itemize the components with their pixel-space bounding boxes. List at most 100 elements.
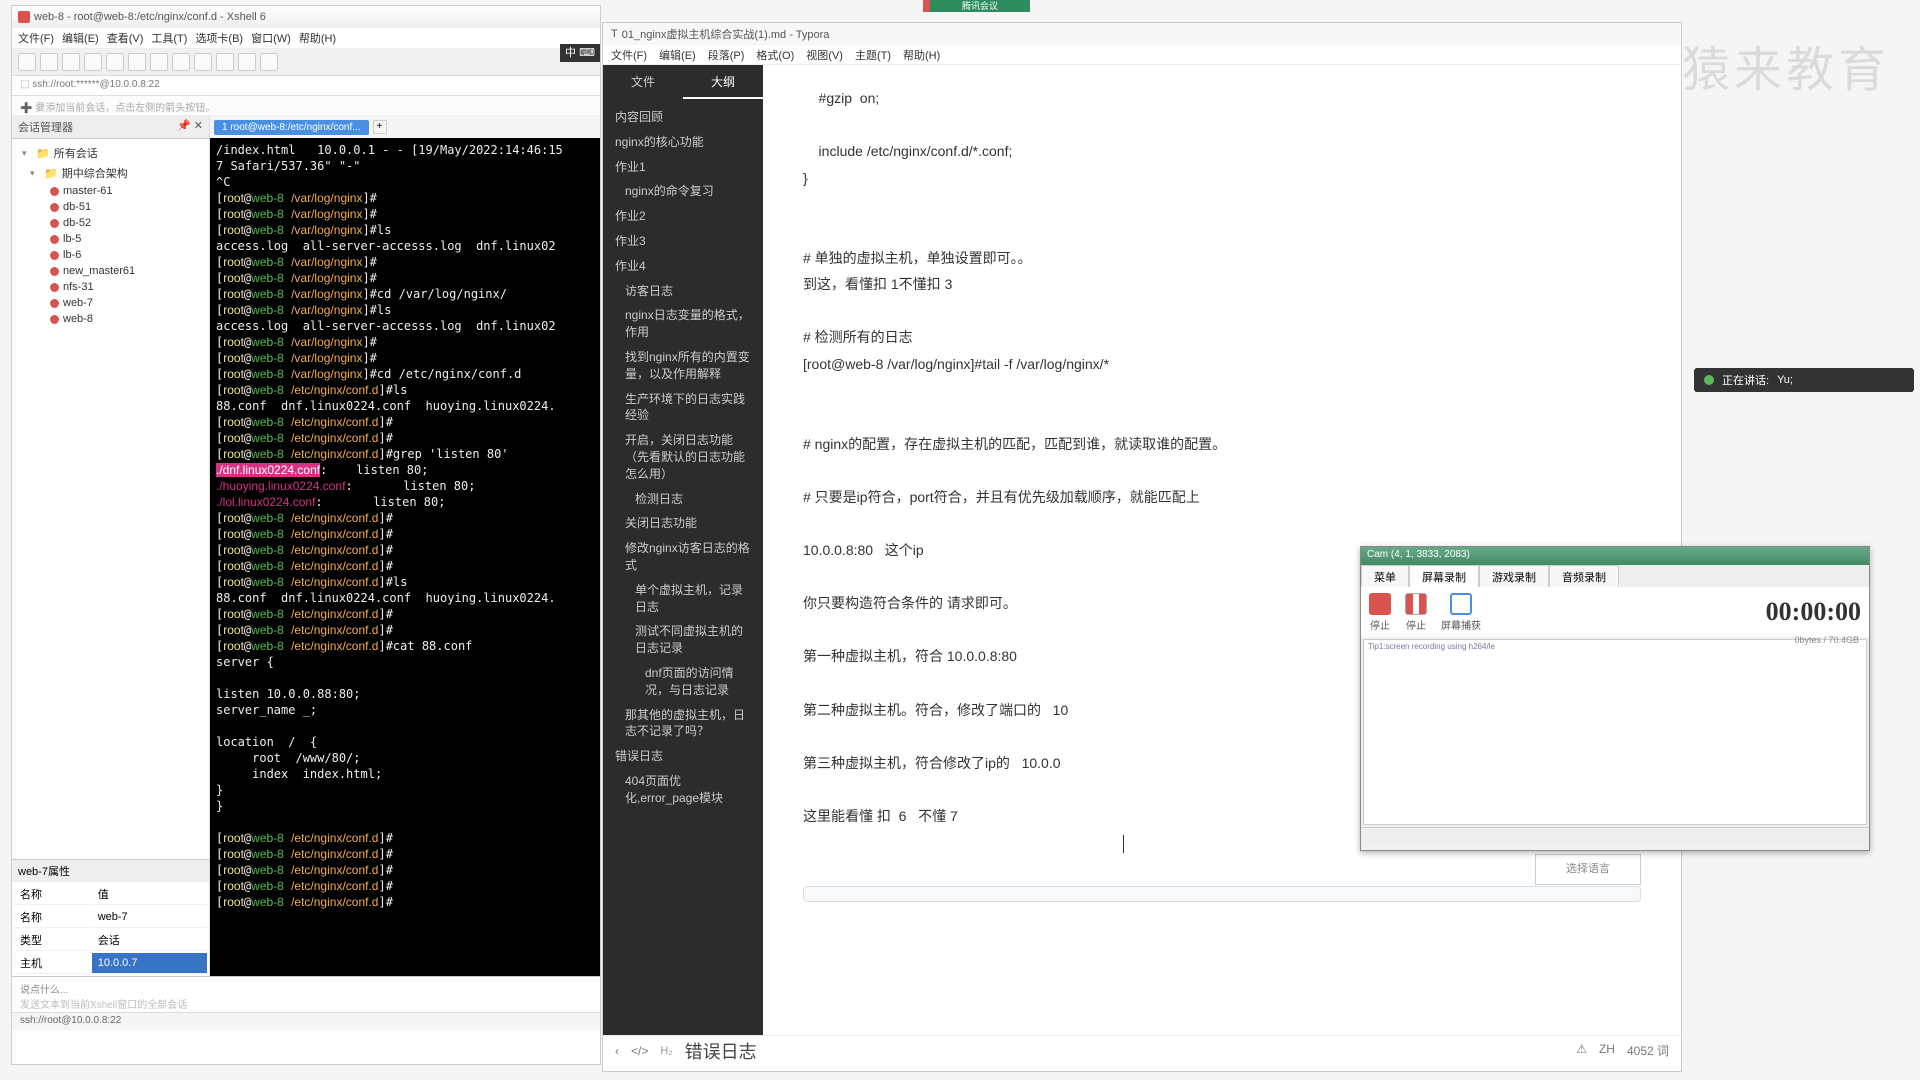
tree-root[interactable]: 📁 所有会话	[16, 143, 205, 163]
toolbar-icon[interactable]	[194, 53, 212, 71]
tencent-meeting-bar[interactable]: 腾讯会议	[930, 0, 1030, 12]
outline-item[interactable]: 找到nginx所有的内置变量，以及作用解释	[605, 345, 761, 387]
toolbar-icon[interactable]	[150, 53, 168, 71]
session-item[interactable]: db-51	[16, 199, 205, 215]
outline-item[interactable]: 检测日志	[605, 487, 761, 512]
ocam-tab-menu[interactable]: 菜单	[1361, 565, 1409, 587]
toolbar-icon[interactable]	[84, 53, 102, 71]
outline-list: 内容回顾nginx的核心功能作业1nginx的命令复习作业2作业3作业4访客日志…	[603, 99, 763, 817]
outline-item[interactable]: 内容回顾	[605, 105, 761, 130]
outline-item[interactable]: 生产环境下的日志实践经验	[605, 387, 761, 429]
tab-outline[interactable]: 大纲	[683, 65, 763, 99]
session-item[interactable]: lb-6	[16, 247, 205, 263]
outline-item[interactable]: 404页面优化,error_page模块	[605, 769, 761, 811]
spellcheck-lang[interactable]: ZH	[1599, 1042, 1615, 1059]
session-item[interactable]: new_master61	[16, 263, 205, 279]
typora-statusbar: ‹ </> H₂ 错误日志 ⚠ ZH 4052 词	[603, 1035, 1681, 1065]
toolbar-icon[interactable]	[128, 53, 146, 71]
session-item[interactable]: web-7	[16, 295, 205, 311]
outline-item[interactable]: 那其他的虚拟主机，日志不记录了吗？	[605, 703, 761, 745]
xshell-app-icon	[18, 11, 30, 23]
outline-item[interactable]: 访客日志	[605, 279, 761, 304]
ty-menu-theme[interactable]: 主题(T)	[855, 47, 891, 62]
current-heading: 错误日志	[685, 1038, 757, 1064]
toolbar-icon[interactable]	[62, 53, 80, 71]
outline-item[interactable]: nginx的命令复习	[605, 179, 761, 204]
ocam-toolbar: 停止 停止 屏幕捕获 00:00:00	[1361, 587, 1869, 637]
menu-view[interactable]: 查看(V)	[107, 30, 144, 46]
menu-tab[interactable]: 选项卡(B)	[195, 30, 243, 46]
toolbar-icon[interactable]	[172, 53, 190, 71]
ty-menu-view[interactable]: 视图(V)	[806, 47, 843, 62]
language-selector[interactable]: 选择语言	[1535, 854, 1641, 885]
pause-button[interactable]: 停止	[1405, 593, 1427, 632]
toolbar-icon[interactable]	[40, 53, 58, 71]
panel-controls[interactable]: 📌 ✕	[177, 119, 203, 135]
toolbar-icon[interactable]	[106, 53, 124, 71]
nav-back-icon[interactable]: ‹	[615, 1044, 619, 1058]
outline-item[interactable]: 单个虚拟主机，记录日志	[605, 578, 761, 620]
session-item[interactable]: nfs-31	[16, 279, 205, 295]
menu-edit[interactable]: 编辑(E)	[62, 30, 99, 46]
outline-item[interactable]: 错误日志	[605, 744, 761, 769]
outline-item[interactable]: 开启，关闭日志功能（先看默认的日志功能怎么用）	[605, 428, 761, 486]
word-count[interactable]: 4052 词	[1627, 1042, 1669, 1059]
xshell-input-area[interactable]: 说点什么... 发送文本到当前Xshell窗口的全部会话	[12, 976, 600, 1012]
ocam-tab-audio[interactable]: 音频录制	[1549, 565, 1619, 587]
tab-file[interactable]: 文件	[603, 65, 683, 99]
ty-menu-edit[interactable]: 编辑(E)	[659, 47, 696, 62]
recording-size: 0bytes / 70.4GB	[1794, 635, 1859, 645]
xshell-addressbar[interactable]: ⬚ ssh://root:******@10.0.0.8:22	[12, 76, 600, 96]
ime-indicator[interactable]: 中 ⌨	[560, 44, 600, 62]
toolbar-icon[interactable]	[238, 53, 256, 71]
outline-item[interactable]: 作业1	[605, 155, 761, 180]
outline-item[interactable]: 作业4	[605, 254, 761, 279]
outline-item[interactable]: 修改nginx访客日志的格式	[605, 536, 761, 578]
xshell-menubar: 文件(F) 编辑(E) 查看(V) 工具(T) 选项卡(B) 窗口(W) 帮助(…	[12, 28, 600, 48]
outline-item[interactable]: 关闭日志功能	[605, 511, 761, 536]
session-item[interactable]: web-8	[16, 311, 205, 327]
ocam-tab-screen[interactable]: 屏幕录制	[1409, 565, 1479, 587]
session-item[interactable]: master-61	[16, 183, 205, 199]
outline-item[interactable]: 测试不同虚拟主机的日志记录	[605, 619, 761, 661]
typora-title-text: 01_nginx虚拟主机综合实战(1).md - Typora	[622, 26, 830, 42]
ty-menu-file[interactable]: 文件(F)	[611, 47, 647, 62]
ty-menu-help[interactable]: 帮助(H)	[903, 47, 940, 62]
typora-titlebar[interactable]: T 01_nginx虚拟主机综合实战(1).md - Typora	[603, 23, 1681, 45]
terminal-tab[interactable]: 1 root@web-8:/etc/nginx/conf...	[214, 120, 369, 135]
menu-help[interactable]: 帮助(H)	[299, 30, 336, 46]
tree-folder[interactable]: 📁 期中综合架构	[16, 163, 205, 183]
outline-item[interactable]: nginx的核心功能	[605, 130, 761, 155]
ocam-window[interactable]: Cam (4, 1, 3833, 2083) 菜单 屏幕录制 游戏录制 音频录制…	[1360, 546, 1870, 851]
ty-menu-format[interactable]: 格式(O)	[756, 47, 794, 62]
input-placeholder: 说点什么...	[20, 985, 68, 996]
ocam-tab-game[interactable]: 游戏录制	[1479, 565, 1549, 587]
code-fence-input[interactable]	[803, 886, 1641, 902]
terminal-output[interactable]: /index.html 10.0.0.1 - - [19/May/2022:14…	[210, 138, 600, 976]
session-tree: 📁 所有会话 📁 期中综合架构 master-61 db-51 db-52 lb…	[12, 139, 209, 859]
toolbar-icon[interactable]	[260, 53, 278, 71]
source-mode-icon[interactable]: </>	[631, 1044, 648, 1058]
typora-sidebar: 文件 大纲 内容回顾nginx的核心功能作业1nginx的命令复习作业2作业3作…	[603, 65, 763, 1035]
outline-item[interactable]: 作业3	[605, 229, 761, 254]
outline-item[interactable]: dnf页面的访问情况，与日志记录	[605, 661, 761, 703]
capture-button[interactable]: 屏幕捕获	[1441, 593, 1481, 632]
xshell-titlebar[interactable]: web-8 - root@web-8:/etc/nginx/conf.d - X…	[12, 6, 600, 28]
input-note: 发送文本到当前Xshell窗口的全部会话	[20, 1000, 187, 1011]
ocam-titlebar[interactable]: Cam (4, 1, 3833, 2083)	[1361, 547, 1869, 565]
ty-menu-para[interactable]: 段落(P)	[708, 47, 745, 62]
toolbar-icon[interactable]	[216, 53, 234, 71]
toolbar-icon[interactable]	[18, 53, 36, 71]
new-tab-button[interactable]: +	[373, 120, 387, 134]
session-item[interactable]: lb-5	[16, 231, 205, 247]
menu-file[interactable]: 文件(F)	[18, 30, 54, 46]
stop-button[interactable]: 停止	[1369, 593, 1391, 632]
code-line: # 只要是ip符合，port符合，并且有优先级加载顺序，就能匹配上	[803, 484, 1641, 511]
session-item[interactable]: db-52	[16, 215, 205, 231]
menu-tools[interactable]: 工具(T)	[151, 30, 187, 46]
warning-icon[interactable]: ⚠	[1576, 1042, 1587, 1059]
xshell-statusbar: ssh://root@10.0.0.8:22	[12, 1012, 600, 1030]
outline-item[interactable]: nginx日志变量的格式，作用	[605, 303, 761, 345]
menu-window[interactable]: 窗口(W)	[251, 30, 291, 46]
outline-item[interactable]: 作业2	[605, 204, 761, 229]
